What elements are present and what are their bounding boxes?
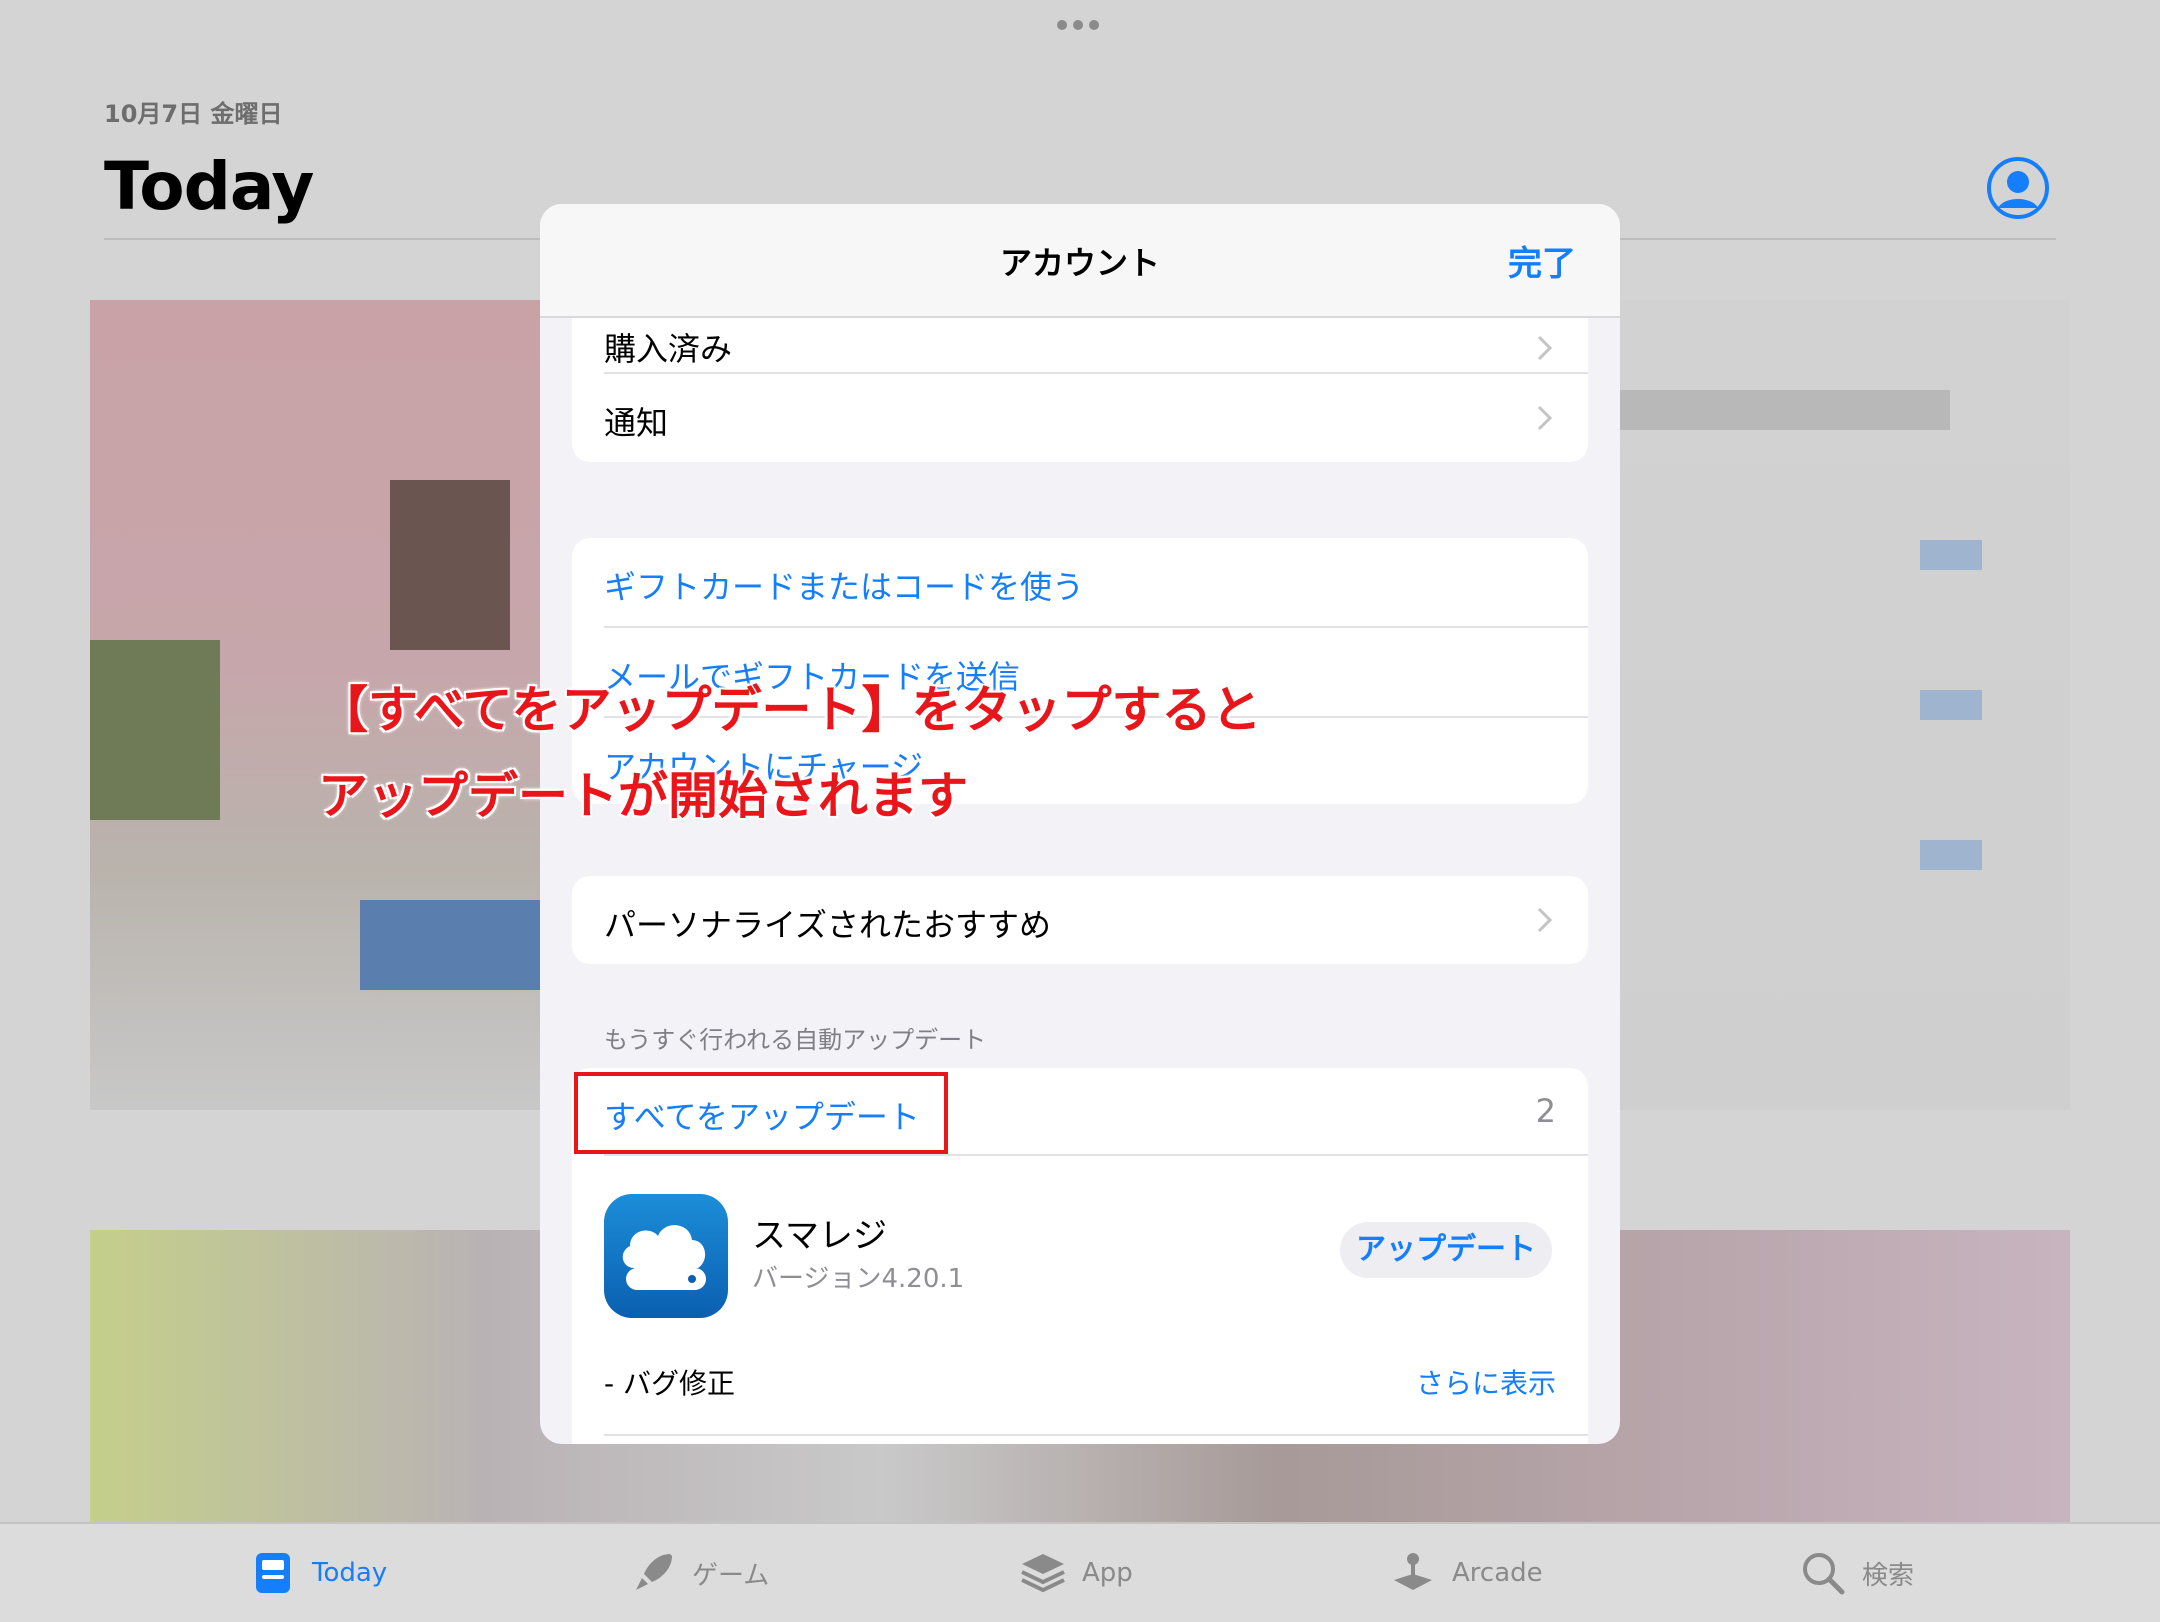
row-divider bbox=[604, 1434, 1588, 1436]
personalization-group: パーソナライズされたおすすめ bbox=[572, 876, 1588, 964]
tab-label: 検索 bbox=[1862, 1560, 1915, 1591]
featured-card-right-strip bbox=[1620, 390, 1950, 430]
chevron-right-icon bbox=[1537, 335, 1553, 361]
more-options-icon[interactable] bbox=[1057, 20, 1103, 34]
account-avatar-icon[interactable] bbox=[1986, 156, 2050, 220]
joystick-icon bbox=[1394, 1553, 1432, 1590]
today-icon bbox=[256, 1553, 290, 1593]
page-title: Today bbox=[104, 148, 314, 225]
highlight-box bbox=[574, 1072, 948, 1154]
tab-label: Today bbox=[312, 1558, 388, 1588]
app-name: スマレジ bbox=[752, 1216, 887, 1256]
list-item-personalized[interactable]: パーソナライズされたおすすめ bbox=[604, 876, 1588, 964]
section-header-updates: もうすぐ行われる自動アップデート bbox=[604, 1026, 987, 1054]
date-label: 10月7日 金曜日 bbox=[104, 100, 283, 128]
tab-today[interactable]: Today bbox=[250, 1548, 387, 1598]
featured-card-left-block bbox=[360, 900, 540, 990]
annotation-line-1: 【すべてをアップデート】をタップすると bbox=[318, 681, 1262, 739]
list-item-notifications[interactable]: 通知 bbox=[604, 374, 1588, 462]
tab-arcade[interactable]: Arcade bbox=[1390, 1548, 1543, 1598]
done-button-overlay[interactable]: 完了 bbox=[1508, 236, 1576, 285]
update-button[interactable]: アップデート bbox=[1340, 1222, 1552, 1278]
layers-icon bbox=[1021, 1554, 1065, 1593]
featured-card-left-person bbox=[390, 480, 510, 650]
tab-apps[interactable]: App bbox=[1020, 1548, 1133, 1598]
featured-card-right-strip4 bbox=[1920, 840, 1982, 870]
rocket-icon bbox=[636, 1554, 672, 1590]
account-group-1: 購入済み 通知 bbox=[572, 294, 1588, 462]
annotation-line-2: アップデートが開始されます bbox=[318, 767, 968, 825]
list-item-redeem[interactable]: ギフトカードまたはコードを使う bbox=[604, 538, 1588, 628]
list-item-label: パーソナライズされたおすすめ bbox=[604, 906, 1052, 944]
show-more-link[interactable]: さらに表示 bbox=[1416, 1362, 1556, 1402]
search-icon bbox=[1803, 1553, 1845, 1595]
tab-label: Arcade bbox=[1452, 1558, 1543, 1588]
chevron-right-icon bbox=[1537, 405, 1553, 431]
list-item-label: ギフトカードまたはコードを使う bbox=[604, 568, 1085, 606]
list-item-label: 通知 bbox=[604, 404, 669, 442]
tab-search[interactable]: 検索 bbox=[1800, 1548, 1914, 1598]
chevron-right-icon bbox=[1537, 907, 1553, 933]
app-icon[interactable] bbox=[604, 1194, 728, 1318]
featured-card-right-strip3 bbox=[1920, 690, 1982, 720]
list-item-label: 購入済み bbox=[604, 330, 733, 368]
sheet-title-overlay: アカウント bbox=[999, 244, 1160, 282]
app-version: バージョン4.20.1 bbox=[752, 1264, 965, 1294]
tab-bar: Today ゲーム App Arcade 検索 bbox=[0, 1522, 2160, 1622]
featured-card-right-strip2 bbox=[1920, 540, 1982, 570]
sheet-header-overlay: アカウント 完了 bbox=[540, 204, 1620, 318]
cloud-icon bbox=[622, 1225, 706, 1290]
tab-label: App bbox=[1082, 1558, 1133, 1588]
featured-card-left-green bbox=[90, 640, 220, 820]
release-notes: - バグ修正 bbox=[604, 1367, 736, 1400]
tab-games[interactable]: ゲーム bbox=[630, 1548, 769, 1598]
tab-label: ゲーム bbox=[692, 1560, 770, 1591]
